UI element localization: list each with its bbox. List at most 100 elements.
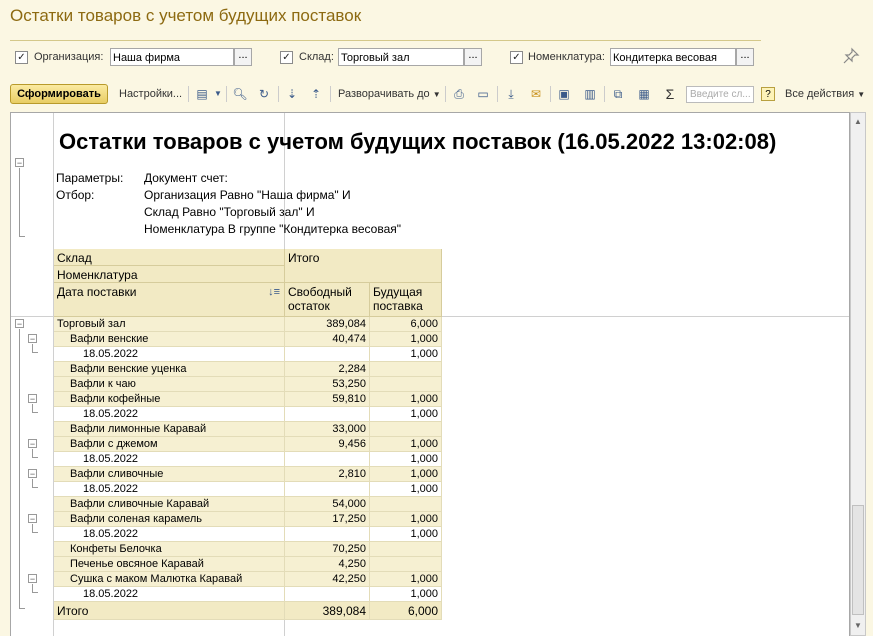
free-stock-cell[interactable]: 42,250 — [285, 572, 370, 587]
pin-icon[interactable] — [842, 47, 860, 65]
free-stock-cell[interactable] — [285, 452, 370, 467]
free-stock-cell[interactable]: 4,250 — [285, 557, 370, 572]
total-free-stock-cell[interactable]: 389,084 — [285, 602, 370, 620]
free-stock-cell[interactable]: 53,250 — [285, 377, 370, 392]
free-stock-cell[interactable]: 59,810 — [285, 392, 370, 407]
collapse-item-icon[interactable]: − — [28, 514, 37, 524]
free-stock-cell[interactable] — [285, 347, 370, 362]
scroll-down-icon[interactable]: ▼ — [851, 619, 865, 633]
nomenclature-row[interactable]: Вафли к чаю 53,250 — [54, 377, 442, 392]
print-preview-icon[interactable]: ▭ — [475, 86, 491, 102]
free-stock-cell[interactable] — [285, 587, 370, 602]
nomenclature-row[interactable]: Вафли кофейные 59,810 1,000 — [54, 392, 442, 407]
report-spreadsheet[interactable]: − Остатки товаров с учетом будущих поста… — [10, 112, 850, 636]
restore-icon[interactable]: ▥ — [582, 86, 598, 102]
future-supply-cell[interactable]: 1,000 — [370, 572, 442, 587]
total-row[interactable]: Итого 389,084 6,000 — [54, 602, 442, 620]
print-icon[interactable]: ⎙ — [451, 86, 467, 102]
warehouse-select-button[interactable]: ... — [464, 48, 482, 66]
future-supply-cell[interactable]: 1,000 — [370, 392, 442, 407]
free-stock-cell[interactable]: 70,250 — [285, 542, 370, 557]
scrollbar-thumb[interactable] — [852, 505, 864, 615]
search-input[interactable]: Введите сл... — [686, 86, 754, 103]
row-name-cell[interactable]: Вафли с джемом — [54, 437, 285, 452]
paste-icon[interactable]: ▦ — [636, 86, 652, 102]
delivery-date-row[interactable]: 18.05.2022 1,000 — [54, 527, 442, 542]
row-name-cell[interactable]: 18.05.2022 — [54, 407, 285, 422]
row-name-cell[interactable]: Вафли венские уценка — [54, 362, 285, 377]
future-supply-cell[interactable] — [370, 377, 442, 392]
expand-to-button[interactable]: Разворачивать до ▼ — [338, 88, 441, 100]
future-supply-cell[interactable]: 1,000 — [370, 467, 442, 482]
future-supply-cell[interactable] — [370, 542, 442, 557]
future-supply-cell[interactable]: 1,000 — [370, 332, 442, 347]
free-stock-cell[interactable]: 2,810 — [285, 467, 370, 482]
future-supply-cell[interactable]: 6,000 — [370, 317, 442, 332]
free-stock-cell[interactable] — [285, 407, 370, 422]
delivery-date-row[interactable]: 18.05.2022 1,000 — [54, 407, 442, 422]
future-supply-cell[interactable]: 1,000 — [370, 512, 442, 527]
nomenclature-row[interactable]: Вафли венские уценка 2,284 — [54, 362, 442, 377]
row-name-cell[interactable]: Вафли к чаю — [54, 377, 285, 392]
row-name-cell[interactable]: 18.05.2022 — [54, 452, 285, 467]
future-supply-cell[interactable] — [370, 362, 442, 377]
delivery-date-row[interactable]: 18.05.2022 1,000 — [54, 347, 442, 362]
find-icon[interactable]: 🔍︎ — [232, 86, 248, 102]
nomenclature-row[interactable]: Сушка с маком Малютка Каравай 42,250 1,000 — [54, 572, 442, 587]
future-supply-cell[interactable]: 1,000 — [370, 347, 442, 362]
free-stock-cell[interactable] — [285, 527, 370, 542]
row-name-cell[interactable]: 18.05.2022 — [54, 587, 285, 602]
nomenclature-row[interactable]: Печенье овсяное Каравай 4,250 — [54, 557, 442, 572]
report-variant-icon[interactable]: ▤ — [194, 86, 210, 102]
sort-ascending-icon[interactable]: ⇡ — [308, 86, 324, 102]
collapse-item-icon[interactable]: − — [28, 574, 37, 584]
row-name-cell[interactable]: Торговый зал — [54, 317, 285, 332]
row-name-cell[interactable]: 18.05.2022 — [54, 527, 285, 542]
all-actions-button[interactable]: Все действия ▼ — [785, 88, 865, 100]
row-name-cell[interactable]: Вафли лимонные Каравай — [54, 422, 285, 437]
organization-checkbox[interactable]: ✓ — [15, 51, 28, 64]
future-supply-cell[interactable]: 1,000 — [370, 452, 442, 467]
future-supply-cell[interactable]: 1,000 — [370, 482, 442, 497]
save-copy-icon[interactable]: ▣ — [556, 86, 572, 102]
future-supply-cell[interactable]: 1,000 — [370, 407, 442, 422]
row-name-cell[interactable]: Печенье овсяное Каравай — [54, 557, 285, 572]
row-name-cell[interactable]: 18.05.2022 — [54, 347, 285, 362]
settings-button[interactable]: Настройки... — [119, 88, 182, 100]
row-name-cell[interactable]: Сушка с маком Малютка Каравай — [54, 572, 285, 587]
sum-icon[interactable]: Σ — [662, 86, 678, 102]
nomenclature-select-button[interactable]: ... — [736, 48, 754, 66]
sort-descending-icon[interactable]: ⇣ — [284, 86, 300, 102]
free-stock-cell[interactable]: 40,474 — [285, 332, 370, 347]
row-name-cell[interactable]: Вафли сливочные — [54, 467, 285, 482]
nomenclature-row[interactable]: Конфеты Белочка 70,250 — [54, 542, 442, 557]
free-stock-cell[interactable]: 54,000 — [285, 497, 370, 512]
free-stock-cell[interactable]: 9,456 — [285, 437, 370, 452]
help-icon[interactable]: ? — [761, 87, 775, 101]
warehouse-row[interactable]: Торговый зал 389,084 6,000 — [54, 317, 442, 332]
organization-input[interactable]: Наша фирма — [110, 48, 234, 66]
row-name-cell[interactable]: Вафли соленая карамель — [54, 512, 285, 527]
collapse-item-icon[interactable]: − — [28, 439, 37, 449]
warehouse-input[interactable]: Торговый зал — [338, 48, 464, 66]
vertical-scrollbar[interactable]: ▲ ▼ — [850, 112, 866, 636]
free-stock-cell[interactable] — [285, 482, 370, 497]
organization-select-button[interactable]: ... — [234, 48, 252, 66]
nomenclature-row[interactable]: Вафли с джемом 9,456 1,000 — [54, 437, 442, 452]
total-future-supply-cell[interactable]: 6,000 — [370, 602, 442, 620]
dropdown-arrow-icon[interactable]: ▼ — [210, 86, 226, 102]
future-supply-cell[interactable] — [370, 557, 442, 572]
scroll-up-icon[interactable]: ▲ — [851, 115, 865, 129]
collapse-item-icon[interactable]: − — [28, 394, 37, 404]
future-supply-cell[interactable]: 1,000 — [370, 527, 442, 542]
collapse-item-icon[interactable]: − — [28, 334, 37, 344]
row-name-cell[interactable]: Вафли сливочные Каравай — [54, 497, 285, 512]
free-stock-cell[interactable]: 389,084 — [285, 317, 370, 332]
future-supply-cell[interactable] — [370, 422, 442, 437]
row-name-cell[interactable]: 18.05.2022 — [54, 482, 285, 497]
header-delivery-date[interactable]: Дата поставки ↓≡ — [54, 283, 285, 317]
collapse-warehouse-icon[interactable]: − — [15, 319, 24, 329]
nomenclature-row[interactable]: Вафли соленая карамель 17,250 1,000 — [54, 512, 442, 527]
collapse-header-group-icon[interactable]: − — [15, 158, 24, 168]
free-stock-cell[interactable]: 17,250 — [285, 512, 370, 527]
